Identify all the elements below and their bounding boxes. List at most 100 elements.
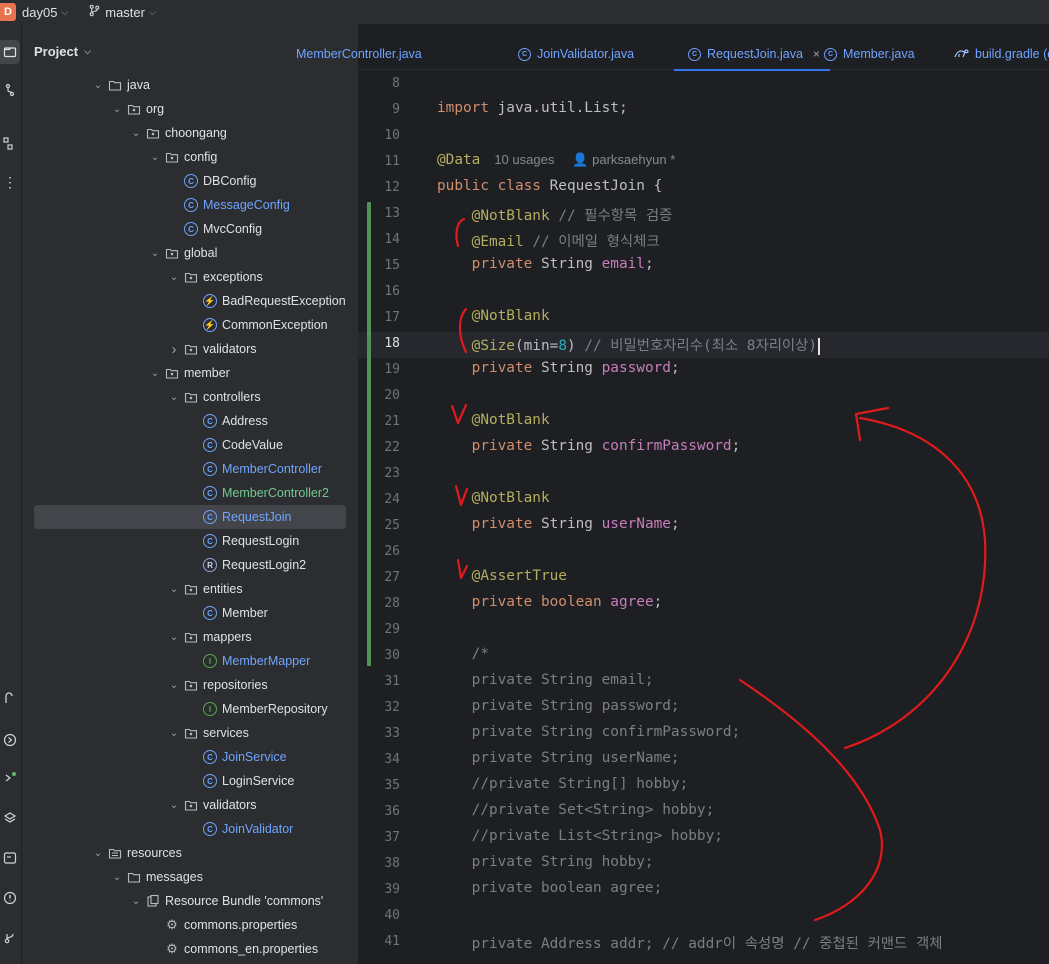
- chevron-down-icon[interactable]: ⌄: [92, 848, 104, 859]
- tree-item[interactable]: ⌄ java: [34, 73, 346, 97]
- chevron-down-icon[interactable]: ⌄: [168, 392, 180, 403]
- services-icon[interactable]: [0, 728, 20, 752]
- editor-tab[interactable]: C Member.java: [824, 38, 915, 70]
- more-tools-icon[interactable]: ⋮: [0, 170, 20, 194]
- tree-item[interactable]: C LoginService: [34, 769, 346, 793]
- tree-item[interactable]: C MemberController2: [34, 481, 346, 505]
- tree-item[interactable]: ⌄ messages: [34, 865, 346, 889]
- chevron-down-icon[interactable]: ⌄: [168, 680, 180, 691]
- chevron-down-icon[interactable]: ⌄: [149, 368, 161, 379]
- code-line[interactable]: private Address addr; // addr이 속성명 // 중첩…: [437, 932, 943, 953]
- chevron-down-icon[interactable]: ⌄: [149, 248, 161, 259]
- tree-item[interactable]: ⌄ Resource Bundle 'commons': [34, 889, 346, 913]
- tree-item[interactable]: C CodeValue: [34, 433, 346, 457]
- chevron-down-icon[interactable]: ⌄: [168, 272, 180, 283]
- tree-item[interactable]: ⌄ global: [34, 241, 346, 265]
- tree-item[interactable]: ⌄ member: [34, 361, 346, 385]
- code-line[interactable]: @NotBlank: [437, 490, 550, 506]
- tree-item[interactable]: ⌄ resources: [34, 841, 346, 865]
- chevron-down-icon[interactable]: ⌄: [130, 128, 142, 139]
- tree-item[interactable]: ⌄ entities: [34, 577, 346, 601]
- commit-icon[interactable]: [0, 78, 20, 102]
- code-line[interactable]: @NotBlank // 필수항목 검증: [437, 204, 673, 225]
- code-line[interactable]: private String userName;: [437, 750, 680, 766]
- tree-item[interactable]: › validators: [34, 337, 346, 361]
- editor-tab[interactable]: C JoinValidator.java: [518, 38, 634, 70]
- structure-icon[interactable]: [0, 132, 20, 156]
- tree-item[interactable]: C MvcConfig: [34, 217, 346, 241]
- tree-item[interactable]: C RequestLogin: [34, 529, 346, 553]
- code-line[interactable]: private String hobby;: [437, 854, 654, 870]
- code-line[interactable]: @NotBlank: [437, 308, 550, 324]
- chevron-down-icon[interactable]: ⌄: [168, 632, 180, 643]
- project-folder-icon[interactable]: [0, 40, 20, 64]
- code-line[interactable]: private String email;: [437, 672, 654, 688]
- tree-item[interactable]: ⚡ CommonException: [34, 313, 346, 337]
- tree-item[interactable]: ⌄ validators: [34, 793, 346, 817]
- author-hint[interactable]: 👤 parksaehyun *: [572, 152, 675, 167]
- chevron-down-icon[interactable]: ⌄: [111, 104, 123, 115]
- layers-icon[interactable]: [0, 806, 20, 830]
- tree-item[interactable]: ⌄ controllers: [34, 385, 346, 409]
- editor-tab[interactable]: C RequestJoin.java ×: [674, 38, 830, 71]
- editor-tab[interactable]: build.gradle (d: [954, 38, 1049, 70]
- tree-item[interactable]: ⌄ org: [34, 97, 346, 121]
- tree-item[interactable]: R RequestLogin2: [34, 553, 346, 577]
- project-switcher[interactable]: day05 ⌵: [22, 5, 68, 20]
- chevron-down-icon[interactable]: ⌄: [168, 800, 180, 811]
- tree-item[interactable]: ⌄ services: [34, 721, 346, 745]
- chevron-down-icon[interactable]: ⌄: [168, 728, 180, 739]
- chevron-down-icon[interactable]: ⌄: [149, 152, 161, 163]
- project-badge[interactable]: D: [0, 3, 16, 21]
- chevron-down-icon[interactable]: ⌄: [111, 872, 123, 883]
- tree-item[interactable]: C MemberController: [34, 457, 346, 481]
- code-line[interactable]: public class RequestJoin {: [437, 178, 662, 194]
- code-line[interactable]: @Email // 이메일 형식체크: [437, 230, 660, 251]
- terminal-run-icon[interactable]: [0, 766, 20, 790]
- tree-item[interactable]: C Address: [34, 409, 346, 433]
- code-line[interactable]: private String userName;: [437, 516, 680, 532]
- tree-item[interactable]: ⌄ exceptions: [34, 265, 346, 289]
- tree-item[interactable]: ⌄ mappers: [34, 625, 346, 649]
- code-line[interactable]: private String confirmPassword;: [437, 724, 741, 740]
- tree-item[interactable]: C JoinValidator: [34, 817, 346, 841]
- tree-item[interactable]: ⚙ commons.properties: [34, 913, 346, 937]
- code-line[interactable]: private String confirmPassword;: [437, 438, 741, 454]
- code-line[interactable]: private String password;: [437, 698, 680, 714]
- code-line[interactable]: @Data 10 usages 👤 parksaehyun *: [437, 152, 675, 168]
- tree-item[interactable]: I MemberRepository: [34, 697, 346, 721]
- tree-item[interactable]: ⌄ repositories: [34, 673, 346, 697]
- tree-item[interactable]: ⌄ choongang: [34, 121, 346, 145]
- problems-icon[interactable]: [0, 886, 20, 910]
- code-line[interactable]: private boolean agree;: [437, 594, 663, 610]
- git-icon[interactable]: [0, 926, 20, 950]
- tree-item[interactable]: C Member: [34, 601, 346, 625]
- code-line[interactable]: import java.util.List;: [437, 100, 628, 116]
- chevron-down-icon[interactable]: ⌄: [92, 80, 104, 91]
- code-line[interactable]: //private String[] hobby;: [437, 776, 689, 792]
- chevron-down-icon[interactable]: ⌄: [168, 584, 180, 595]
- terminal-icon[interactable]: [0, 846, 20, 870]
- code-line[interactable]: //private Set<String> hobby;: [437, 802, 715, 818]
- branch-switcher[interactable]: master ⌵: [88, 4, 156, 20]
- code-line[interactable]: private String password;: [437, 360, 680, 376]
- code-line[interactable]: //private List<String> hobby;: [437, 828, 723, 844]
- tree-item[interactable]: C JoinService: [34, 745, 346, 769]
- tree-item[interactable]: I MemberMapper: [34, 649, 346, 673]
- tree-item[interactable]: C RequestJoin: [34, 505, 346, 529]
- tree-item[interactable]: C MessageConfig: [34, 193, 346, 217]
- chevron-right-icon[interactable]: ›: [168, 341, 180, 358]
- editor-tab[interactable]: MemberController.java: [296, 38, 422, 70]
- code-line[interactable]: /*: [437, 646, 489, 662]
- tree-item[interactable]: ⚙ commons_en.properties: [34, 937, 346, 961]
- tree-item[interactable]: ⌄ config: [34, 145, 346, 169]
- project-view-selector[interactable]: Project ⌵: [34, 44, 91, 59]
- tree-item[interactable]: ⚡ BadRequestException: [34, 289, 346, 313]
- code-line[interactable]: @NotBlank: [437, 412, 550, 428]
- close-icon[interactable]: ×: [813, 47, 820, 61]
- usages-hint[interactable]: 10 usages: [494, 152, 554, 167]
- code-line[interactable]: private String email;: [437, 256, 654, 272]
- chevron-down-icon[interactable]: ⌄: [130, 896, 142, 907]
- tree-item[interactable]: C DBConfig: [34, 169, 346, 193]
- code-line[interactable]: @AssertTrue: [437, 568, 567, 584]
